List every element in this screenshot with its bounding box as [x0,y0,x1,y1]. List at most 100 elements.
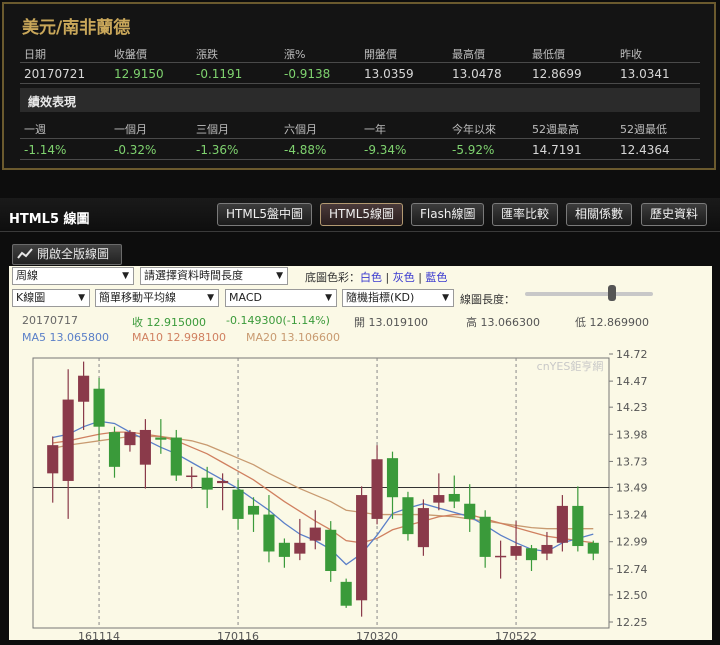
perf-value-1m: -0.32% [114,143,157,157]
candle-body [93,388,105,427]
value-high: 13.0478 [452,67,502,81]
candle-body [448,493,460,502]
tab-fx-compare[interactable]: 匯率比較 [492,203,559,226]
header-close: 收盤價 [114,48,147,61]
quote-header-row: 日期 收盤價 漲跌 漲% 開盤價 最高價 最低價 昨收 [20,42,700,64]
chart-section-title: HTML5 線圖 [9,212,90,227]
candle-body [464,503,476,519]
indicator2-select-value: 隨機指標(KD) [346,291,415,304]
bg-color-label: 底圖色彩： [305,271,360,284]
candle-body [479,516,491,557]
perf-value-3m: -1.36% [196,143,239,157]
perf-header-1m: 一個月 [114,123,147,136]
readout-high: 高 13.066300 [466,316,540,329]
value-date: 20170721 [24,67,86,81]
range-select[interactable]: 請選擇資料時間長度 ▼ [140,267,288,285]
tab-flash-chart[interactable]: Flash線圖 [411,203,485,226]
line-length-label: 線圖長度： [460,293,515,306]
x-tick-label: 170522 [495,630,537,643]
open-full-chart-button[interactable]: 開啟全版線圖 [12,244,122,265]
perf-value-6m: -4.88% [284,143,327,157]
perf-value-52w-high: 14.7191 [532,143,582,157]
candle-body [417,508,429,548]
chevron-down-icon: ▼ [122,271,129,281]
chevron-down-icon: ▼ [78,293,85,303]
candle-body [201,477,213,490]
indicator2-select[interactable]: 隨機指標(KD) ▼ [342,289,454,307]
x-tick-label: 170116 [217,630,259,643]
candle-body [309,527,321,541]
chevron-down-icon: ▼ [325,293,332,303]
y-tick-label: 13.24 [616,509,648,522]
header-open: 開盤價 [364,48,397,61]
y-tick-label: 13.98 [616,428,648,441]
perf-header-ytd: 今年以來 [452,123,496,136]
candle-body [556,505,568,543]
readout-change: -0.149300(-1.14%) [226,314,330,327]
perf-header-52w-high: 52週最高 [532,123,579,136]
candle-body [495,555,507,558]
chevron-down-icon: ▼ [207,293,214,303]
candle-body [124,432,136,446]
x-tick-label: 161114 [78,630,120,643]
bg-gray-link[interactable]: 灰色 [393,271,415,284]
ma-type-select[interactable]: 簡單移動平均線 ▼ [95,289,219,307]
chart-header-bar: HTML5 線圖 HTML5盤中圖 HTML5線圖 Flash線圖 匯率比較 相… [0,198,720,232]
perf-value-1w: -1.14% [24,143,67,157]
y-tick-label: 12.50 [616,589,648,602]
header-low: 最低價 [532,48,565,61]
perf-header-1y: 一年 [364,123,386,136]
tab-html5-chart[interactable]: HTML5線圖 [320,203,404,226]
line-length-slider-handle[interactable] [608,285,616,301]
candle-body [433,495,445,503]
candle-body [78,375,90,402]
header-high: 最高價 [452,48,485,61]
y-tick-label: 12.74 [616,563,648,576]
indicator1-select[interactable]: MACD ▼ [225,289,337,307]
chart-type-select-value: K線圖 [16,291,46,304]
bg-white-link[interactable]: 白色 [360,271,382,284]
candle-body [217,480,229,484]
value-open: 13.0359 [364,67,414,81]
y-tick-label: 13.73 [616,455,648,468]
line-chart-icon [17,248,33,259]
readout-open: 開 13.019100 [354,316,428,329]
perf-value-row: -1.14% -0.32% -1.36% -4.88% -9.34% -5.92… [20,138,700,160]
ma-type-select-value: 簡單移動平均線 [99,291,176,304]
chevron-down-icon: ▼ [442,293,449,303]
candle-body [278,542,290,557]
bg-blue-link[interactable]: 藍色 [425,271,447,284]
candle-body [247,505,260,515]
candle-body [170,437,182,476]
header-prev-close: 昨收 [620,48,642,61]
performance-title: 績效表現 [28,95,77,109]
line-length-slider-track[interactable] [525,292,653,296]
tab-history[interactable]: 歷史資料 [641,203,708,226]
open-full-chart-label: 開啟全版線圖 [37,247,110,261]
value-change-pct: -0.9138 [284,67,331,81]
candle-body [386,458,399,498]
indicator1-select-value: MACD [229,291,262,304]
perf-header-1w: 一週 [24,123,46,136]
quote-value-row: 20170721 12.9150 -0.1191 -0.9138 13.0359… [20,62,700,84]
performance-section-bar: 績效表現 [20,88,700,112]
tab-correlation[interactable]: 相關係數 [566,203,633,226]
period-select[interactable]: 周線 ▼ [12,267,134,285]
quote-panel: 美元/南非蘭德 日期 收盤價 漲跌 漲% 開盤價 最高價 最低價 昨收 2017… [2,2,716,170]
chart-type-select[interactable]: K線圖 ▼ [12,289,90,307]
header-change: 漲跌 [196,48,218,61]
tab-html5-intraday[interactable]: HTML5盤中圖 [217,203,313,226]
watermark: cnYES鉅亨網 [537,359,604,373]
candle-body [371,459,383,519]
candle-body [294,542,306,554]
candle-body [232,489,244,519]
candle-body [587,542,599,554]
header-date: 日期 [24,48,46,61]
y-tick-label: 14.47 [616,375,648,388]
candle-body [572,505,584,547]
readout-low: 低 12.869900 [575,316,649,329]
candle-body [155,437,167,440]
candlestick-chart[interactable]: 14.72 14.47 14.23 13.98 13.73 13.49 13.24 12.99… [0,340,720,645]
readout-close: 收 12.915000 [132,316,206,329]
range-select-value: 請選擇資料時間長度 [144,269,243,282]
